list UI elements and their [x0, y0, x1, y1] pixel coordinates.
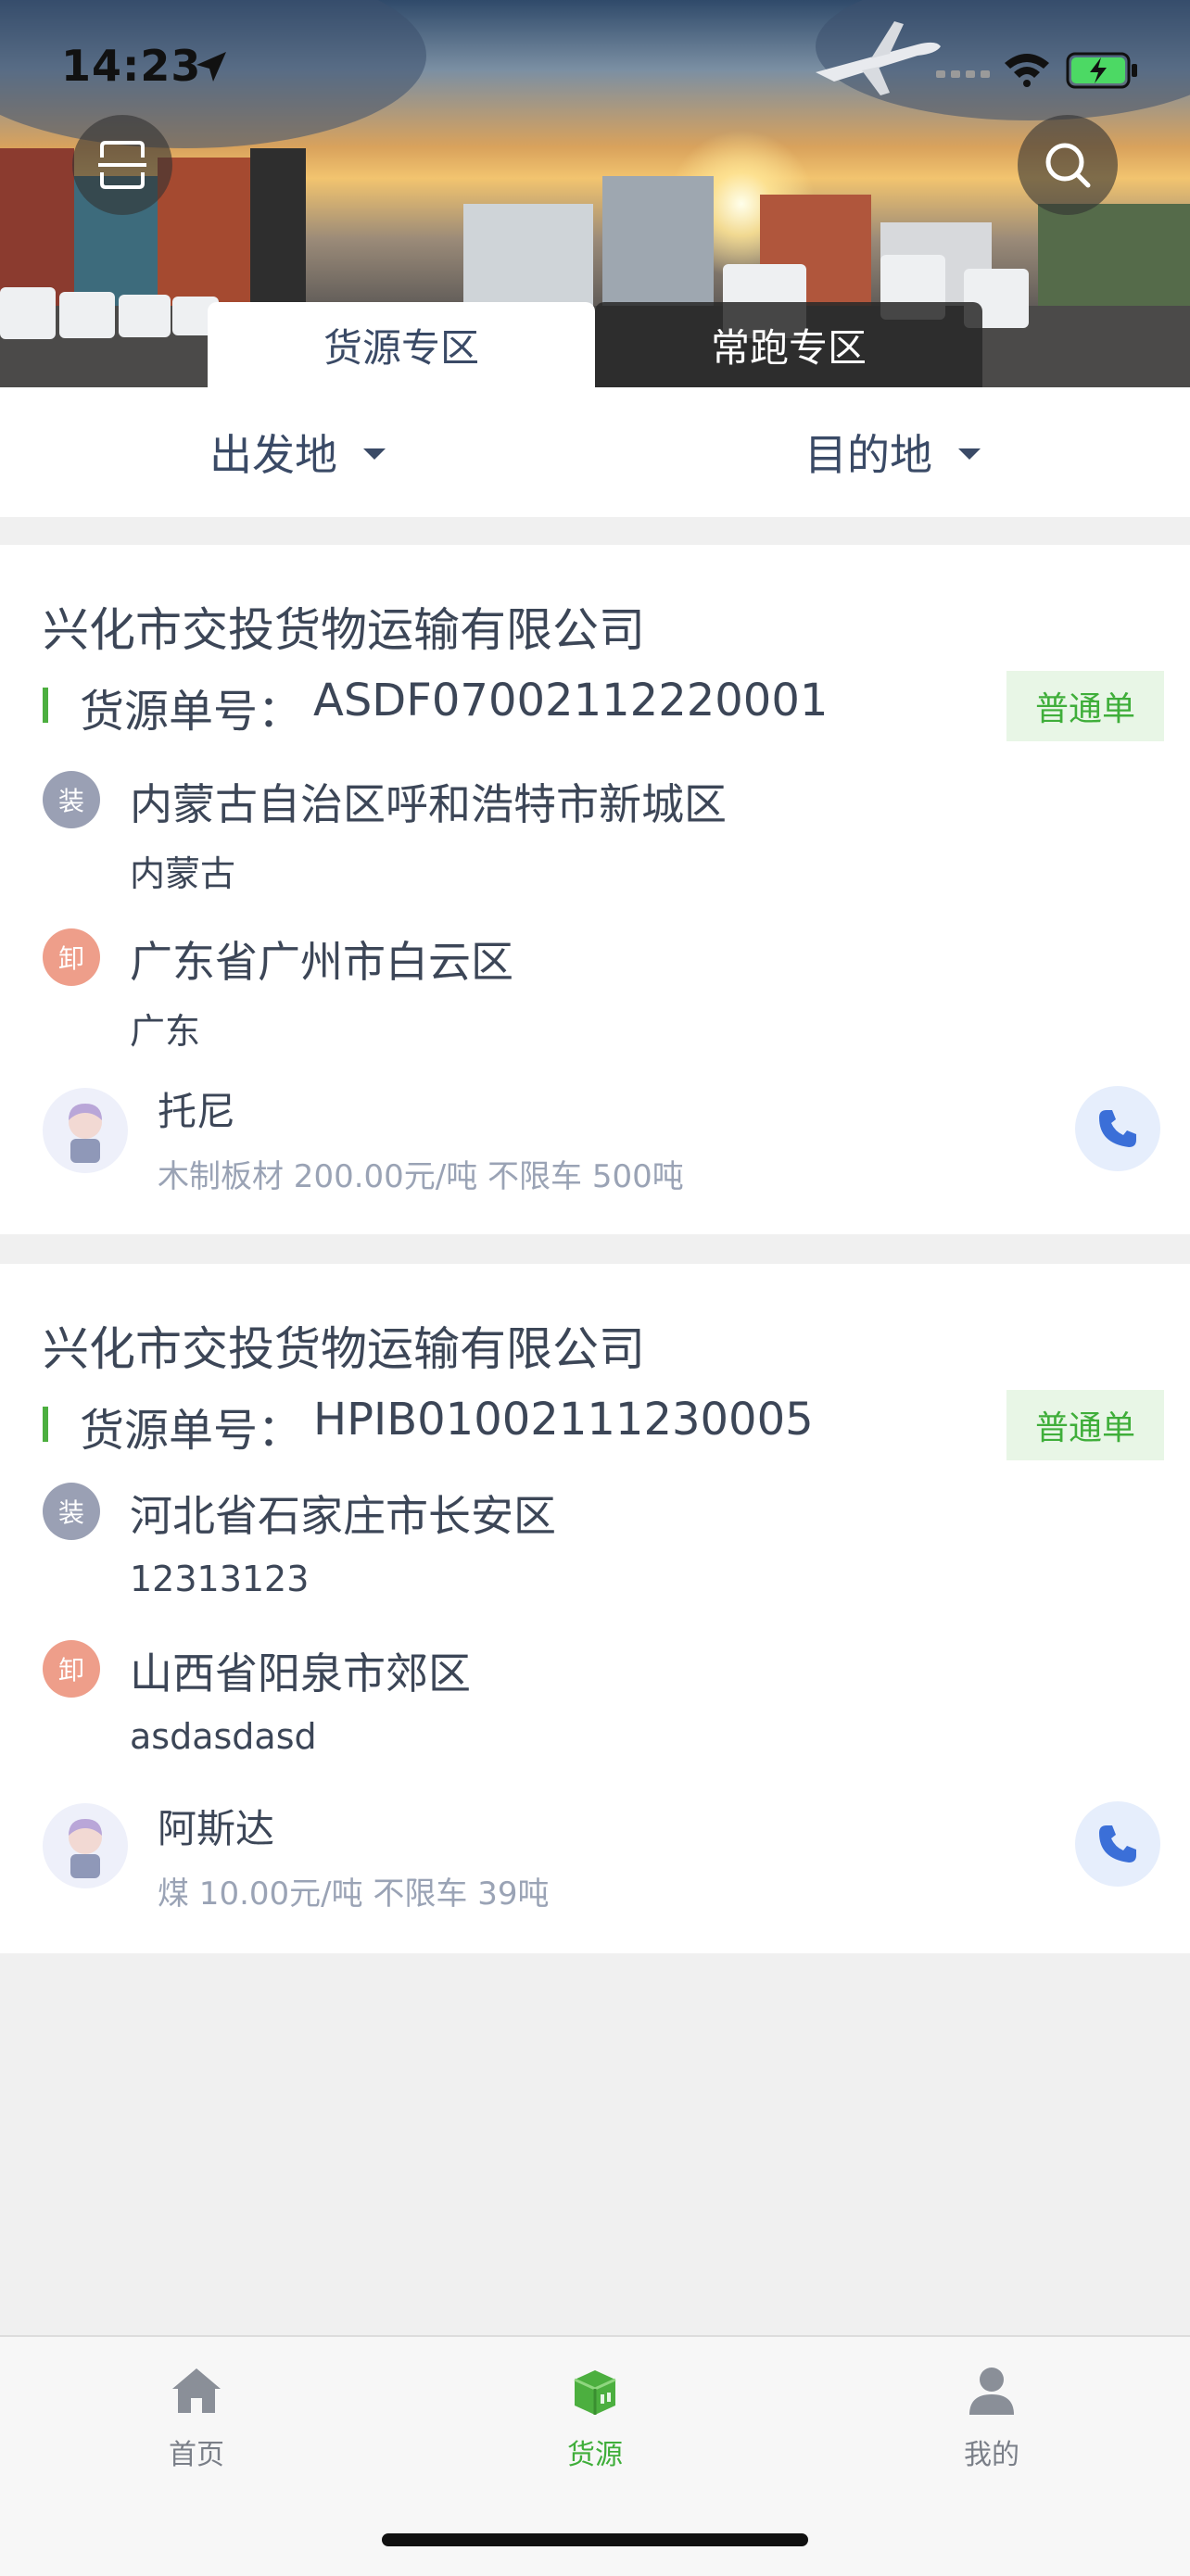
banner-trees [1038, 204, 1190, 306]
user-avatar-icon [69, 1104, 102, 1163]
user-icon [969, 2368, 1014, 2415]
banner-truck [59, 292, 115, 338]
zone-tabs: 货源专区 常跑专区 [208, 302, 982, 387]
order-label: 货源单号： [80, 1405, 303, 1457]
phone-icon [1099, 1110, 1136, 1147]
unload-address: 广东省广州市白云区 [130, 937, 513, 987]
unload-region: 广东 [130, 1011, 201, 1052]
banner-containers [0, 148, 74, 306]
user-avatar-icon [69, 1819, 102, 1878]
unload-address: 山西省阳泉市郊区 [130, 1648, 471, 1698]
tab-regular-route-zone[interactable]: 常跑专区 [595, 302, 982, 387]
banner-truck [0, 287, 56, 339]
load-region: 内蒙古 [130, 853, 236, 894]
unload-tag: 卸 [43, 928, 100, 986]
search-button[interactable] [1018, 115, 1118, 215]
cargo-card[interactable]: 兴化市交投货物运输有限公司 货源单号： HPIB01002111230005 普… [0, 1264, 1190, 1953]
cargo-box-icon [574, 2370, 616, 2415]
header-banner: 14:23 货源专区 常跑专区 [0, 0, 1190, 387]
banner-containers [463, 204, 593, 306]
scan-button[interactable] [72, 115, 172, 215]
load-address: 河北省石家庄市长安区 [130, 1491, 556, 1541]
caret-down-icon [958, 448, 981, 460]
banner-crane [250, 148, 306, 306]
unload-region: asdasdasd [130, 1716, 317, 1757]
status-time: 14:23 [61, 41, 202, 91]
load-address: 内蒙古自治区呼和浩特市新城区 [130, 779, 727, 829]
tab-cargo-zone[interactable]: 货源专区 [208, 302, 595, 387]
avatar [43, 1803, 128, 1888]
order-type-badge: 普通单 [1006, 1390, 1164, 1460]
call-button[interactable] [1075, 1801, 1160, 1887]
banner-containers [602, 176, 714, 306]
nav-home[interactable]: 首页 [85, 2363, 308, 2472]
origin-filter-label: 出发地 [209, 430, 337, 480]
phone-icon [1099, 1825, 1136, 1863]
destination-filter-label: 目的地 [804, 430, 932, 480]
load-tag: 装 [43, 1483, 100, 1540]
order-accent-bar [43, 1407, 48, 1442]
contact-name: 托尼 [158, 1089, 236, 1134]
home-icon [172, 2368, 221, 2413]
load-region: 12313123 [130, 1559, 310, 1599]
filter-bar: 出发地 目的地 [0, 387, 1190, 517]
order-type-badge: 普通单 [1006, 671, 1164, 741]
banner-containers [158, 158, 250, 306]
avatar [43, 1088, 128, 1173]
unload-tag: 卸 [43, 1640, 100, 1698]
cargo-card[interactable]: 兴化市交投货物运输有限公司 货源单号： ASDF07002112220001 普… [0, 545, 1190, 1234]
contact-name: 阿斯达 [158, 1806, 275, 1851]
nav-home-label: 首页 [169, 2439, 224, 2471]
caret-down-icon [363, 448, 386, 460]
search-icon [1045, 143, 1091, 188]
home-indicator [382, 2533, 808, 2546]
call-button[interactable] [1075, 1086, 1160, 1171]
order-row: 货源单号： ASDF07002112220001 普通单 [43, 671, 1164, 741]
load-tag: 装 [43, 771, 100, 828]
status-bar: 14:23 [0, 0, 1190, 130]
nav-mine[interactable]: 我的 [880, 2363, 1103, 2472]
scan-icon [98, 141, 146, 189]
order-row: 货源单号： HPIB01002111230005 普通单 [43, 1390, 1164, 1460]
origin-filter[interactable]: 出发地 [0, 387, 595, 517]
nav-cargo[interactable]: 货源 [484, 2363, 706, 2472]
destination-filter[interactable]: 目的地 [595, 387, 1190, 517]
banner-truck [119, 295, 171, 337]
battery-charging-icon [1066, 52, 1137, 89]
cargo-detail: 煤 10.00元/吨 不限车 39吨 [158, 1875, 550, 1913]
order-number: HPIB01002111230005 [313, 1394, 814, 1446]
order-number: ASDF07002112220001 [313, 675, 829, 726]
company-name: 兴化市交投货物运输有限公司 [43, 603, 645, 657]
company-name: 兴化市交投货物运输有限公司 [43, 1322, 645, 1376]
location-arrow-icon [196, 52, 226, 82]
order-accent-bar [43, 688, 48, 723]
nav-cargo-label: 货源 [567, 2439, 623, 2471]
wifi-icon [1005, 54, 1049, 87]
cellular-signal-icon [936, 70, 990, 78]
order-label: 货源单号： [80, 686, 303, 738]
cargo-detail: 木制板材 200.00元/吨 不限车 500吨 [158, 1158, 684, 1195]
nav-mine-label: 我的 [964, 2439, 1019, 2471]
